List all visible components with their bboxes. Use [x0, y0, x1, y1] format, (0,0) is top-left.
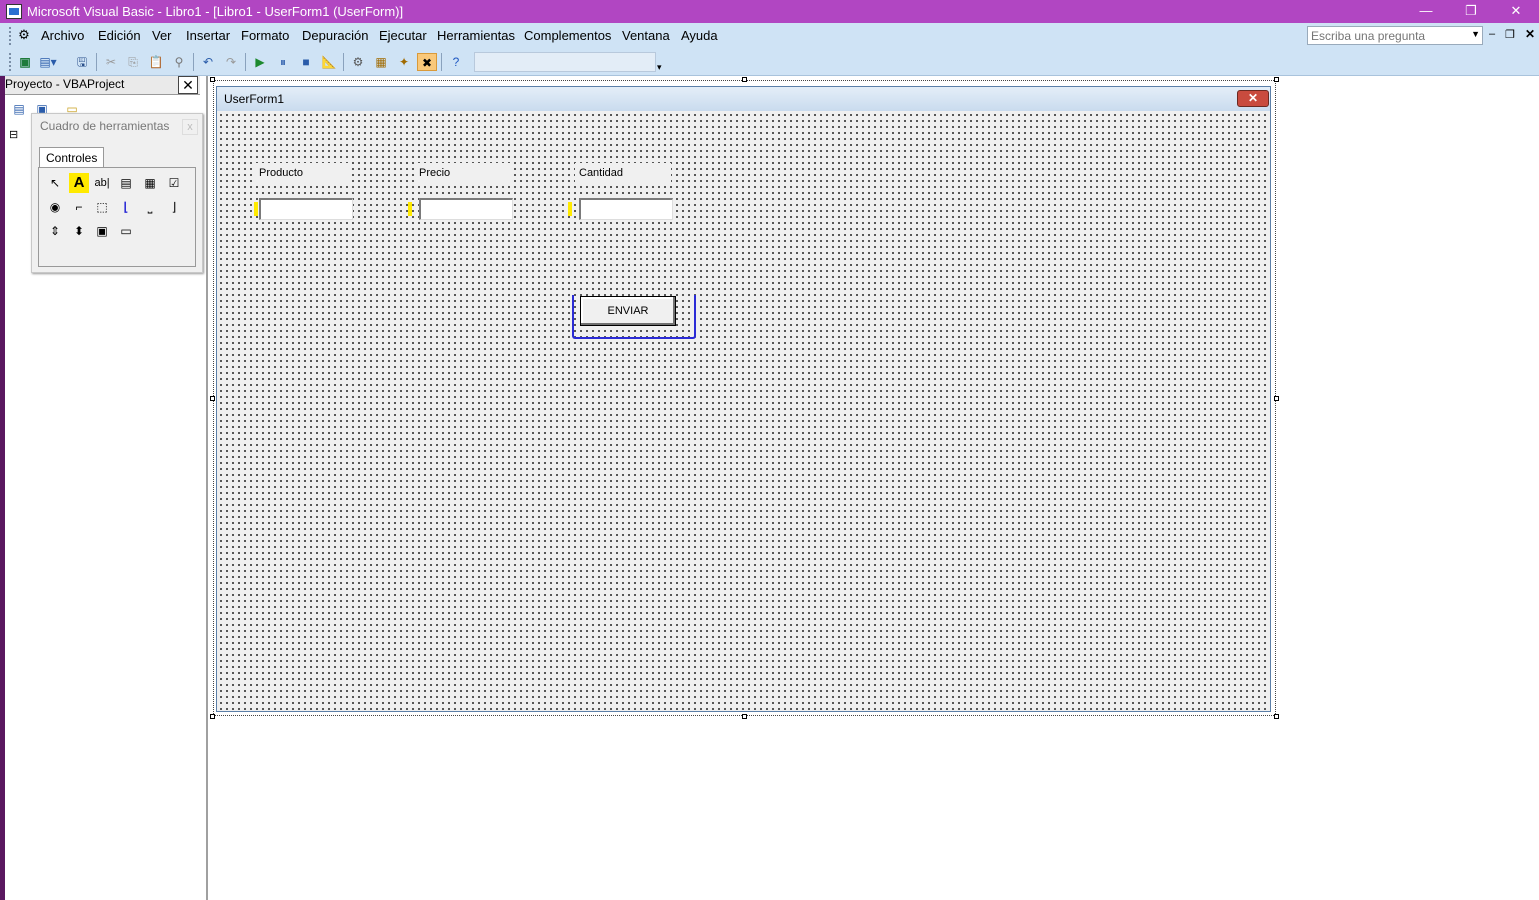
resize-handle-bottom-right[interactable]	[1274, 714, 1279, 719]
window-title: Microsoft Visual Basic - Libro1 - [Libro…	[27, 4, 404, 19]
reset-icon[interactable]: ■	[296, 53, 316, 71]
toolbox-window: Cuadro de herramientas x Controles ↖ A a…	[31, 113, 203, 273]
doc-restore-button[interactable]: ❐	[1505, 28, 1515, 41]
menu-formato[interactable]: Formato	[239, 28, 291, 43]
design-mode-icon[interactable]: 📐	[319, 53, 339, 71]
refedit-tool-icon[interactable]: ▭	[116, 221, 136, 241]
save-icon[interactable]: 🖫	[72, 53, 92, 71]
toolbox-close-button[interactable]: x	[182, 119, 198, 135]
menu-bar: ⚙ Archivo Edición Ver Insertar Formato D…	[0, 23, 1539, 49]
standard-toolbar: ▣ ▤▾ 🖫 ✂ ⎘ 📋 ⚲ ↶ ↷ ▶ ⏸ ■ 📐 ⚙ ▦ ✦ ✖ ? ▾	[0, 49, 1539, 76]
textbox-precio[interactable]	[419, 198, 513, 220]
frame-tool-icon[interactable]: ⬚	[92, 197, 112, 217]
label-producto[interactable]: Producto	[255, 163, 351, 183]
listbox-tool-icon[interactable]: ▦	[140, 173, 160, 193]
textbox-tool-icon[interactable]: ab|	[92, 173, 112, 193]
userform-title: UserForm1	[224, 92, 285, 106]
toolbox-icon[interactable]: ✖	[417, 53, 437, 71]
resize-handle-left[interactable]	[210, 396, 215, 401]
select-objects-icon[interactable]: ↖	[45, 173, 65, 193]
menu-ayuda[interactable]: Ayuda	[679, 28, 720, 43]
resize-handle-right[interactable]	[1274, 396, 1279, 401]
userform-title-bar	[217, 87, 1270, 111]
tab-order-marker	[568, 202, 572, 216]
break-icon[interactable]: ⏸	[273, 53, 293, 71]
project-pane-title: Proyecto - VBAProject	[5, 77, 125, 91]
chevron-down-icon[interactable]: ▼	[1471, 29, 1480, 39]
project-pane-close-button[interactable]: ✕	[178, 76, 198, 94]
checkbox-tool-icon[interactable]: ☑	[164, 173, 184, 193]
tree-collapse-icon[interactable]: ⊟	[9, 128, 18, 141]
find-icon[interactable]: ⚲	[169, 53, 189, 71]
excel-icon[interactable]: ▣	[15, 53, 35, 71]
object-browser-icon[interactable]: ✦	[394, 53, 414, 71]
menu-herramientas[interactable]: Herramientas	[435, 28, 517, 43]
image-tool-icon[interactable]: ▣	[92, 221, 112, 241]
minimize-button[interactable]: —	[1403, 0, 1449, 23]
enviar-button[interactable]: ENVIAR	[580, 296, 676, 326]
ask-question-box[interactable]: ▼	[1307, 26, 1483, 45]
toolbar-options-icon[interactable]: ▾	[657, 62, 662, 73]
help-icon[interactable]: ?	[446, 53, 466, 71]
doc-close-button[interactable]: ✕	[1525, 27, 1535, 41]
textbox-producto[interactable]	[259, 198, 353, 220]
resize-handle-bottom-left[interactable]	[210, 714, 215, 719]
menu-complementos[interactable]: Complementos	[522, 28, 613, 43]
scrollbar-tool-icon[interactable]: ⇕	[45, 221, 65, 241]
spinbutton-tool-icon[interactable]: ⬍	[69, 221, 89, 241]
tab-order-marker	[254, 202, 258, 216]
resize-handle-top[interactable]	[742, 77, 747, 82]
label-precio[interactable]: Precio	[415, 163, 511, 183]
ask-question-input[interactable]	[1308, 27, 1464, 44]
togglebutton-tool-icon[interactable]: ⌐	[69, 197, 89, 217]
optionbutton-tool-icon[interactable]: ◉	[45, 197, 65, 217]
tab-controles[interactable]: Controles	[39, 147, 105, 168]
combobox-tool-icon[interactable]: ▤	[116, 173, 136, 193]
textbox-cantidad[interactable]	[579, 198, 673, 220]
undo-icon[interactable]: ↶	[198, 53, 218, 71]
cut-icon[interactable]: ✂	[101, 53, 121, 71]
resize-handle-top-right[interactable]	[1274, 77, 1279, 82]
menu-ver[interactable]: Ver	[150, 28, 174, 43]
label-tool-icon[interactable]: A	[69, 173, 89, 193]
location-box	[474, 52, 656, 72]
properties-icon[interactable]: ▦	[371, 53, 391, 71]
copy-icon[interactable]: ⎘	[123, 53, 143, 71]
userform-grid-canvas[interactable]: Producto Precio Cantidad ENVIAR	[217, 111, 1270, 711]
menu-edicion[interactable]: Edición	[96, 28, 143, 43]
userform-close-button[interactable]: ✕	[1237, 90, 1269, 107]
tabstrip-tool-icon[interactable]: ⎵	[140, 197, 160, 217]
restore-button[interactable]: ❐	[1448, 0, 1494, 23]
resize-handle-bottom[interactable]	[742, 714, 747, 719]
menu-insertar[interactable]: Insertar	[184, 28, 232, 43]
label-cantidad[interactable]: Cantidad	[575, 163, 671, 183]
doc-minimize-button[interactable]: –	[1489, 28, 1495, 40]
menu-ejecutar[interactable]: Ejecutar	[377, 28, 429, 43]
commandbutton-tool-icon[interactable]: ⌊	[116, 197, 136, 217]
left-edge-strip	[0, 76, 5, 900]
run-icon[interactable]: ▶	[250, 53, 270, 71]
view-code-icon[interactable]: ▤	[9, 102, 29, 120]
toolbox-title: Cuadro de herramientas	[40, 119, 170, 133]
redo-icon[interactable]: ↷	[221, 53, 241, 71]
project-explorer-icon[interactable]: ⚙	[348, 53, 368, 71]
toolbox-controls-grid: ↖ A ab| ▤ ▦ ☑ ◉ ⌐ ⬚ ⌊ ⎵ ⌋ ⇕ ⬍ ▣ ▭	[38, 167, 196, 267]
vba-app-icon	[6, 4, 22, 19]
menu-archivo[interactable]: Archivo	[39, 28, 86, 43]
userform[interactable]: UserForm1 ✕ Producto Precio Cantidad ENV…	[216, 86, 1271, 712]
vba-menu-icon[interactable]: ⚙	[16, 27, 32, 43]
tab-order-marker	[408, 202, 412, 216]
insert-userform-icon[interactable]: ▤▾	[38, 53, 58, 71]
close-button[interactable]: ✕	[1493, 0, 1539, 23]
resize-handle-top-left[interactable]	[210, 77, 215, 82]
menubar-grip[interactable]	[9, 27, 13, 45]
menu-depuracion[interactable]: Depuración	[300, 28, 371, 43]
paste-icon[interactable]: 📋	[146, 53, 166, 71]
menu-ventana[interactable]: Ventana	[620, 28, 672, 43]
window-title-bar: Microsoft Visual Basic - Libro1 - [Libro…	[0, 0, 1539, 23]
toolbar-grip[interactable]	[9, 53, 13, 71]
multipage-tool-icon[interactable]: ⌋	[164, 197, 184, 217]
